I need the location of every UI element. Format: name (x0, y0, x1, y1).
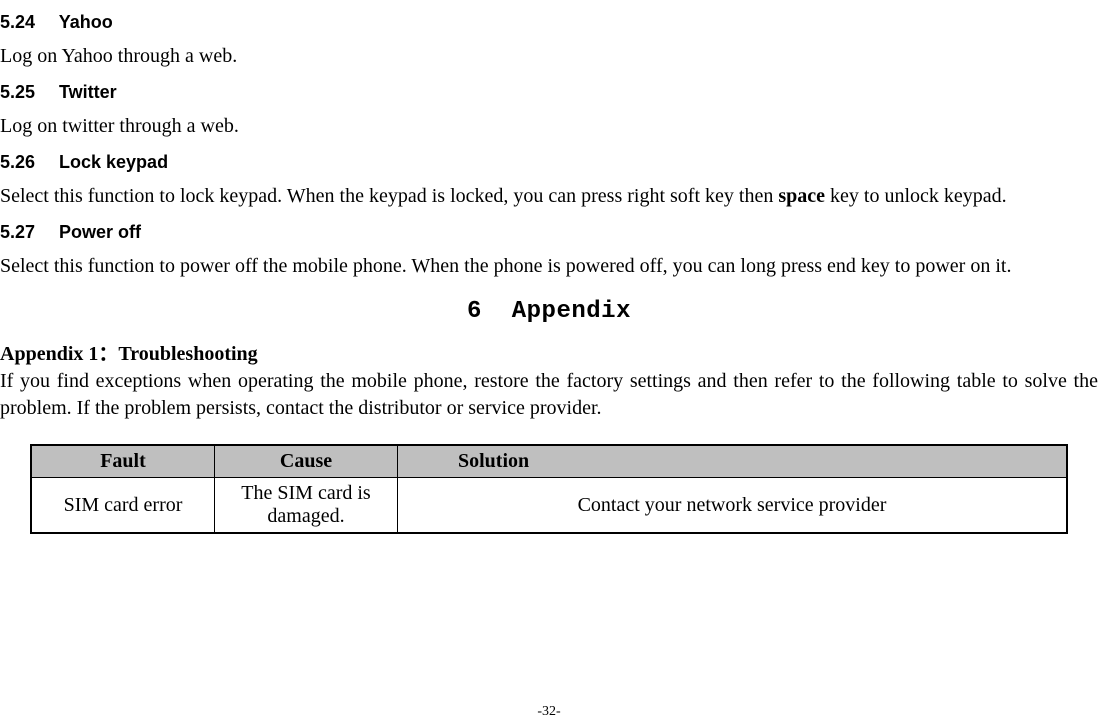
body-5-27: Select this function to power off the mo… (0, 253, 1098, 280)
chapter-title: Appendix (512, 298, 631, 325)
th-cause: Cause (215, 445, 398, 478)
cell-fault: SIM card error (31, 478, 215, 534)
heading-title: Yahoo (59, 12, 113, 32)
th-solution: Solution (398, 445, 1068, 478)
heading-title: Power off (59, 222, 141, 242)
body-bold-space: space (778, 185, 825, 207)
heading-5-27: 5.27 Power off (0, 222, 1098, 243)
troubleshooting-table: Fault Cause Solution SIM card error The … (30, 444, 1068, 534)
body-5-24: Log on Yahoo through a web. (0, 43, 1098, 70)
heading-title: Lock keypad (59, 152, 168, 172)
cell-solution: Contact your network service provider (398, 478, 1068, 534)
heading-number: 5.24 (0, 12, 54, 33)
heading-5-26: 5.26 Lock keypad (0, 152, 1098, 173)
chapter-heading: 6 Appendix (0, 298, 1098, 325)
appendix-intro: If you find exceptions when operating th… (0, 368, 1098, 422)
table-header-row: Fault Cause Solution (31, 445, 1067, 478)
heading-5-24: 5.24 Yahoo (0, 12, 1098, 33)
th-fault: Fault (31, 445, 215, 478)
page-number: -32- (0, 704, 1098, 720)
body-5-26: Select this function to lock keypad. Whe… (0, 183, 1098, 210)
document-page: 5.24 Yahoo Log on Yahoo through a web. 5… (0, 0, 1098, 726)
heading-5-25: 5.25 Twitter (0, 82, 1098, 103)
appendix-title: Appendix 1：Troubleshooting (0, 337, 1098, 366)
table-row: SIM card error The SIM card is damaged. … (31, 478, 1067, 534)
heading-title: Twitter (59, 82, 117, 102)
heading-number: 5.27 (0, 222, 54, 243)
body-post: key to unlock keypad. (825, 185, 1007, 207)
heading-number: 5.26 (0, 152, 54, 173)
troubleshooting-table-wrap: Fault Cause Solution SIM card error The … (0, 434, 1098, 534)
body-pre: Select this function to lock keypad. Whe… (0, 185, 778, 207)
cell-cause: The SIM card is damaged. (215, 478, 398, 534)
body-5-25: Log on twitter through a web. (0, 113, 1098, 140)
heading-number: 5.25 (0, 82, 54, 103)
chapter-number: 6 (467, 298, 482, 325)
